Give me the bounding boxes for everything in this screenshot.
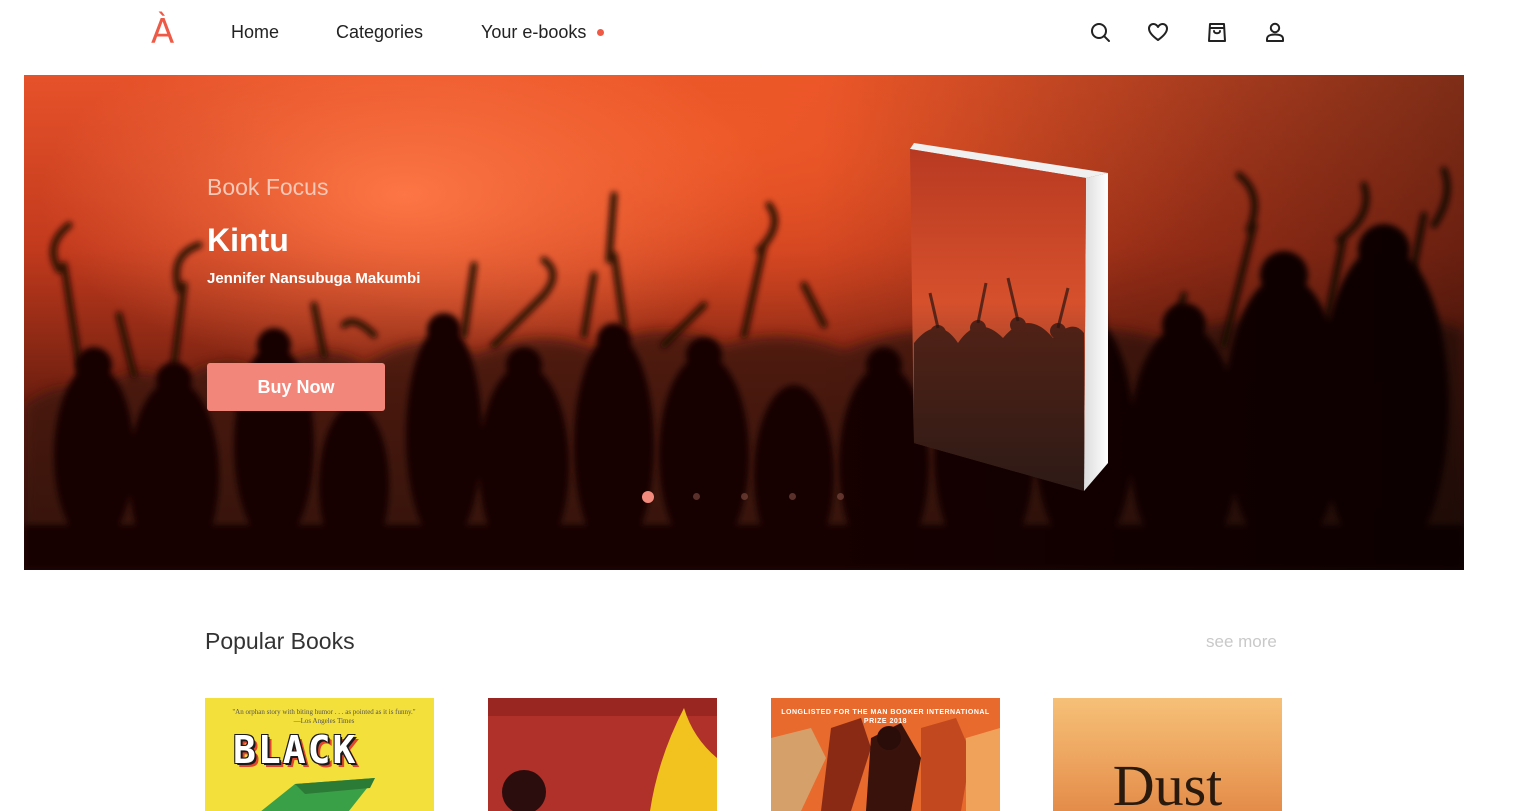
shopping-bag-icon[interactable] xyxy=(1205,20,1229,44)
carousel-dot-2[interactable] xyxy=(693,493,700,500)
top-navigation: À Home Categories Your e-books xyxy=(0,0,1535,64)
book-cover-banner: LONGLISTED FOR THE MAN BOOKER INTERNATIO… xyxy=(781,709,990,725)
featured-book-cover[interactable] xyxy=(908,143,1114,493)
book-cover-4[interactable]: Dust xyxy=(1053,698,1282,811)
hero-book-title: Kintu xyxy=(207,222,289,258)
logo[interactable]: À xyxy=(151,12,174,52)
user-icon[interactable] xyxy=(1263,20,1287,44)
buy-now-button[interactable]: Buy Now xyxy=(207,363,385,411)
book-cover-title: Dust xyxy=(1112,753,1223,811)
search-icon[interactable] xyxy=(1088,20,1112,44)
carousel-dot-3[interactable] xyxy=(741,493,748,500)
nav-link-your-ebooks[interactable]: Your e-books xyxy=(481,20,586,44)
cover-artwork xyxy=(488,698,717,811)
hero-book-author: Jennifer Nansubuga Makumbi xyxy=(207,270,421,287)
nav-link-categories[interactable]: Categories xyxy=(336,20,423,44)
notification-dot xyxy=(597,29,604,36)
carousel-dot-5[interactable] xyxy=(837,493,844,500)
book-cover-3[interactable]: LONGLISTED FOR THE MAN BOOKER INTERNATIO… xyxy=(771,698,1000,811)
book-cover-title: BLACK xyxy=(233,728,358,772)
carousel-dot-4[interactable] xyxy=(789,493,796,500)
carousel-indicators xyxy=(642,490,852,504)
hero-kicker: Book Focus xyxy=(207,174,329,200)
book-cover-1[interactable]: "An orphan story with biting humor . . .… xyxy=(205,698,434,811)
book-cover-quote: "An orphan story with biting humor . . .… xyxy=(232,708,416,725)
nav-link-home[interactable]: Home xyxy=(231,20,279,44)
book-cover-2[interactable] xyxy=(488,698,717,811)
heart-icon[interactable] xyxy=(1146,20,1170,44)
cover-artwork xyxy=(261,778,375,811)
carousel-dot-1[interactable] xyxy=(642,491,654,503)
section-title: Popular Books xyxy=(205,628,355,654)
see-more-link[interactable]: see more xyxy=(1206,632,1277,652)
hero-banner: Book Focus Kintu Jennifer Nansubuga Maku… xyxy=(24,75,1464,570)
